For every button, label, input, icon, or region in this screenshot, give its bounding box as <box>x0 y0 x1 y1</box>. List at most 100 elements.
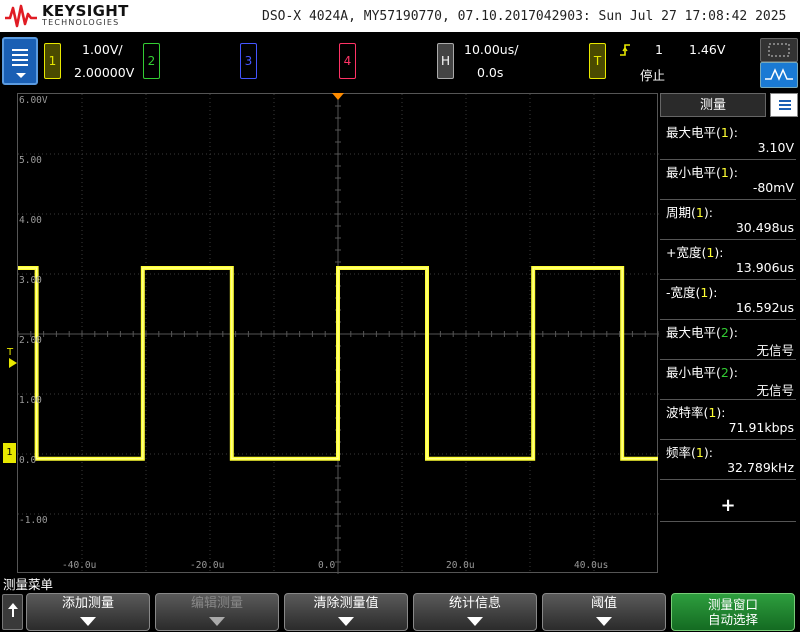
waveform-grid <box>18 94 659 574</box>
trigger-arrow-icon <box>9 358 17 368</box>
back-button[interactable] <box>2 594 23 630</box>
y-axis-tick-label: -1.00 <box>19 515 48 526</box>
measurement-value: 16.592us <box>735 300 794 315</box>
channel-2-button[interactable]: 2 <box>143 43 160 79</box>
brand-subtitle: TECHNOLOGIES <box>42 18 120 27</box>
channel-3-button[interactable]: 3 <box>240 43 257 79</box>
measurement-row[interactable]: 最大电平(1): 3.10V <box>660 119 796 160</box>
measurement-channel: 1 <box>695 445 704 460</box>
channel-1-ground-marker[interactable]: 1 <box>3 443 16 463</box>
measurement-value: 无信号 <box>756 383 794 398</box>
measurement-window-button[interactable]: 测量窗口 自动选择 <box>671 593 795 631</box>
add-measurement-button[interactable]: 添加测量 <box>26 593 150 631</box>
x-axis-tick-label: 0.0 <box>318 560 336 571</box>
measurement-row[interactable]: 频率(1): 32.789kHz <box>660 439 796 480</box>
y-axis-tick-label: 5.00 <box>19 155 42 166</box>
channel-1-button[interactable]: 1 <box>44 43 61 79</box>
measurement-value: 3.10V <box>757 140 794 155</box>
trigger-button[interactable]: T <box>589 43 606 79</box>
edit-measurement-button[interactable]: 编辑测量 <box>155 593 279 631</box>
waveform-mode-button[interactable] <box>760 62 798 88</box>
channel-1-scale: 1.00V/ <box>82 42 123 57</box>
trigger-level: 1.46V <box>689 42 726 57</box>
x-axis-tick-label: 20.0u <box>446 560 475 571</box>
horizontal-scale: 10.00us/ <box>464 42 519 57</box>
zoom-icon <box>768 43 790 57</box>
add-measurement-plus-button[interactable]: + <box>660 491 796 522</box>
threshold-button[interactable]: 阈值 <box>542 593 666 631</box>
instrument-status: DSO-X 4024A, MY57190770, 07.10.201704290… <box>262 9 787 24</box>
measurement-name: 频率 <box>666 445 692 460</box>
measurement-name: -宽度 <box>666 285 696 300</box>
measurement-channel: 2 <box>720 325 729 340</box>
measurement-channel: 2 <box>720 365 729 380</box>
trigger-position-icon[interactable] <box>332 93 344 100</box>
channel-4-button[interactable]: 4 <box>339 43 356 79</box>
channel-bar: 1 1.00V/ 2.00000V 2 3 4 H 10.00us/ 0.0s … <box>0 32 800 90</box>
measurement-value: 71.91kbps <box>728 420 794 435</box>
zoom-button[interactable] <box>760 38 798 62</box>
waveform-display[interactable]: 6.00V 5.00 4.00 3.00 2.00 1.00 0.0 -1.00 -40.0u… <box>17 93 659 574</box>
measurement-label: 最大电平(2): <box>666 325 738 340</box>
softkey-sublabel: 自动选择 <box>707 612 758 627</box>
acquisition-state: 停止 <box>640 68 666 83</box>
x-axis-tick-label: -40.0u <box>62 560 97 571</box>
x-axis-tick-label: 40.0us <box>574 560 609 571</box>
arrow-down-icon <box>209 617 225 626</box>
measurement-row[interactable]: 周期(1): 30.498us <box>660 199 796 240</box>
measurement-name: 周期 <box>666 205 692 220</box>
measurement-channel: 1 <box>720 165 729 180</box>
measurement-row[interactable]: 波特率(1): 71.91kbps <box>660 399 796 440</box>
measurement-name: 最大电平 <box>666 325 717 340</box>
softkey-label: 添加测量 <box>61 596 114 611</box>
y-axis-tick-label: 2.00 <box>19 335 42 346</box>
measurement-row[interactable]: 最小电平(2): 无信号 <box>660 359 796 400</box>
measurement-name: 最小电平 <box>666 165 717 180</box>
softkey-label: 清除测量值 <box>313 596 379 611</box>
clear-measurements-button[interactable]: 清除测量值 <box>284 593 408 631</box>
x-axis-tick-label: -20.0u <box>190 560 225 571</box>
y-axis-tick-label: 4.00 <box>19 215 42 226</box>
y-axis-tick-label: 0.0 <box>19 455 37 466</box>
measurement-value: 无信号 <box>756 343 794 358</box>
measurement-row[interactable]: 最大电平(2): 无信号 <box>660 319 796 360</box>
y-axis-tick-label: 1.00 <box>19 395 42 406</box>
measurement-value: 30.498us <box>735 220 794 235</box>
measurement-label: 最大电平(1): <box>666 125 738 140</box>
measurement-value: 13.906us <box>735 260 794 275</box>
measurement-label: 最小电平(2): <box>666 365 738 380</box>
menu-title: 测量菜单 <box>3 577 54 592</box>
measurement-channel: 1 <box>695 205 704 220</box>
measurement-name: 波特率 <box>666 405 704 420</box>
measurement-channel: 1 <box>720 125 729 140</box>
measurement-name: 最小电平 <box>666 365 717 380</box>
measurement-label: 最小电平(1): <box>666 165 738 180</box>
horizontal-button[interactable]: H <box>437 43 454 79</box>
panel-list-icon[interactable] <box>770 93 798 117</box>
arrow-down-icon <box>338 617 354 626</box>
measurement-name: 最大电平 <box>666 125 717 140</box>
arrow-down-icon <box>467 617 483 626</box>
waveform-icon <box>765 68 793 81</box>
statistics-button[interactable]: 统计信息 <box>413 593 537 631</box>
measurement-row[interactable]: 最小电平(1): -80mV <box>660 159 796 200</box>
measurement-label: -宽度(1): <box>666 285 718 300</box>
title-bar: KEYSIGHT TECHNOLOGIES DSO-X 4024A, MY571… <box>0 0 800 32</box>
softkey-label: 测量窗口 <box>707 597 758 612</box>
measurement-panel: 测量 最大电平(1): 3.10V 最小电平(1): -80mV 周期(1): 30.49… <box>660 93 800 571</box>
softkey-label: 阈值 <box>590 596 617 611</box>
arrow-down-icon <box>596 617 612 626</box>
measurement-row[interactable]: -宽度(1): 16.592us <box>660 279 796 320</box>
measurement-tab[interactable]: 测量 <box>660 93 766 117</box>
horizontal-delay: 0.0s <box>477 65 504 80</box>
measurement-name: +宽度 <box>666 245 702 260</box>
softkey-label: 统计信息 <box>448 596 501 611</box>
measurement-value: -80mV <box>752 180 794 195</box>
y-axis-tick-label: 3.00 <box>19 275 42 286</box>
channel-1-offset: 2.00000V <box>74 65 135 80</box>
measurement-row[interactable]: +宽度(1): 13.906us <box>660 239 796 280</box>
main-menu-button[interactable] <box>2 37 38 85</box>
measurement-label: +宽度(1): <box>666 245 724 260</box>
channel-1-trace-highlight <box>18 267 658 460</box>
trigger-source: 1 <box>655 42 663 57</box>
